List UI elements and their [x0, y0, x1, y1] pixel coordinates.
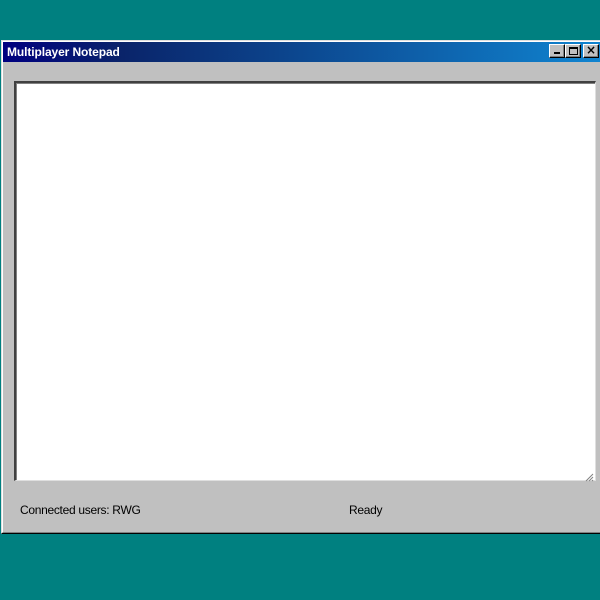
close-icon: ×	[585, 43, 597, 57]
connected-users-status: Connected users: RWG	[20, 503, 141, 517]
maximize-icon	[569, 47, 578, 55]
minimize-icon	[554, 52, 560, 54]
title-bar[interactable]: Multiplayer Notepad ×	[3, 42, 600, 62]
window-controls: ×	[549, 43, 599, 58]
window-title: Multiplayer Notepad	[7, 45, 120, 59]
app-window: Multiplayer Notepad × Connected users: R…	[1, 40, 600, 534]
maximize-button[interactable]	[565, 44, 581, 58]
ready-status: Ready	[349, 503, 383, 517]
notepad-text-area[interactable]	[14, 81, 596, 481]
close-button[interactable]: ×	[583, 43, 599, 58]
minimize-button[interactable]	[549, 44, 565, 58]
